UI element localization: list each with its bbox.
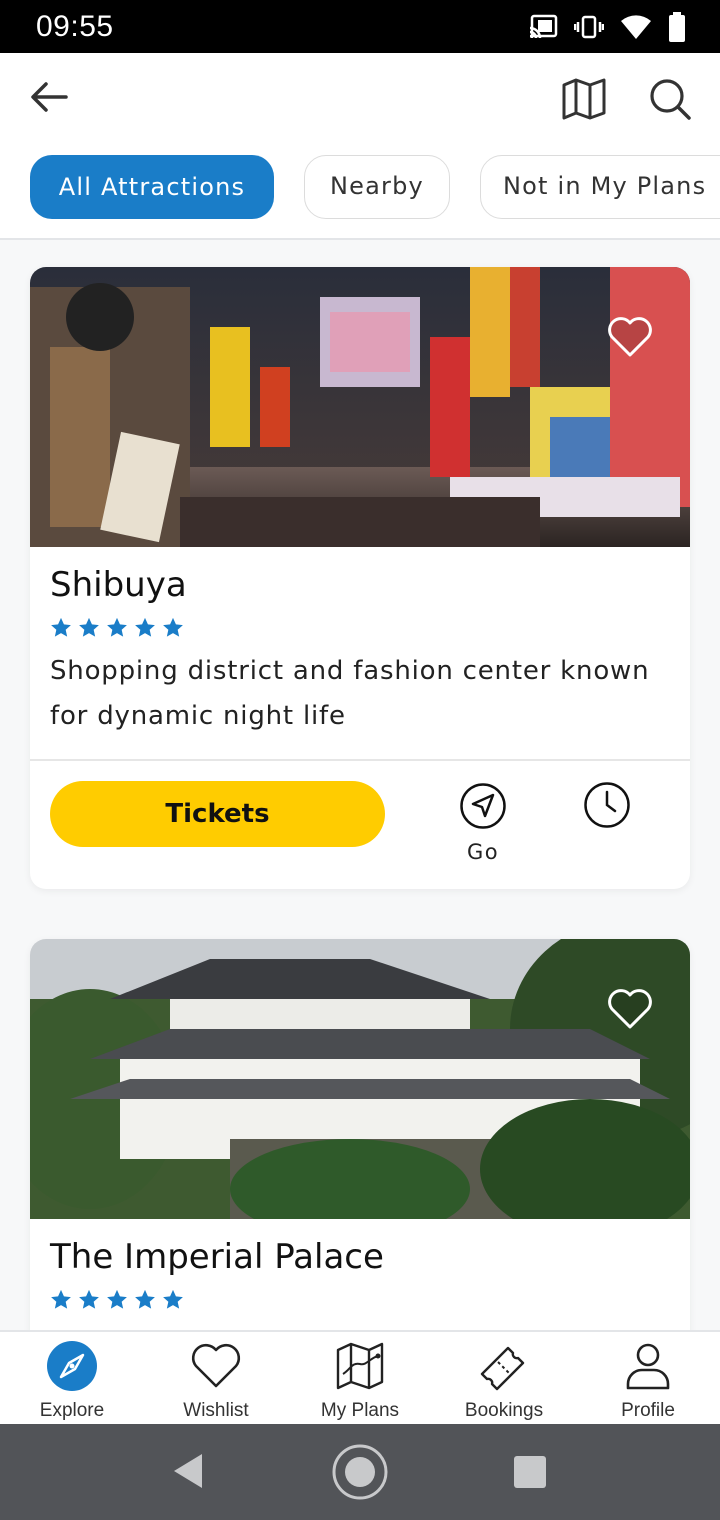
- filter-chips: All Attractions Nearby Not in My Plans: [30, 155, 720, 221]
- star-icon: [163, 1289, 183, 1309]
- star-icon: [51, 617, 71, 637]
- star-icon: [79, 1289, 99, 1309]
- search-icon[interactable]: [646, 75, 694, 123]
- status-icons: [528, 12, 686, 42]
- back-arrow-icon[interactable]: [26, 77, 74, 117]
- bottom-nav: Explore Wishlist My Plans Bookings Profi…: [0, 1330, 720, 1426]
- heart-icon: [191, 1343, 241, 1388]
- nav-bookings[interactable]: Bookings: [432, 1332, 576, 1426]
- vibrate-icon: [574, 15, 604, 39]
- system-recents-icon[interactable]: [514, 1456, 546, 1488]
- chip-nearby[interactable]: Nearby: [304, 155, 450, 219]
- nav-explore[interactable]: Explore: [0, 1332, 144, 1426]
- ticket-icon: [480, 1346, 525, 1391]
- system-home-icon[interactable]: [330, 1442, 390, 1502]
- map-icon[interactable]: [558, 75, 610, 123]
- nav-label: Profile: [621, 1400, 675, 1421]
- heart-outline-icon[interactable]: [606, 313, 654, 359]
- attraction-card[interactable]: The Imperial Palace: [30, 939, 690, 1359]
- nav-profile[interactable]: Profile: [576, 1332, 720, 1426]
- nav-label: Bookings: [464, 1400, 544, 1421]
- navigation-arrow-icon: [460, 783, 506, 829]
- heart-outline-icon[interactable]: [606, 985, 654, 1031]
- status-time: 09:55: [36, 10, 114, 43]
- chip-not-in-my-plans[interactable]: Not in My Plans: [480, 155, 720, 219]
- status-bar: 09:55: [0, 0, 720, 53]
- attraction-card[interactable]: Shibuya Shopping district and fashion ce…: [30, 267, 690, 889]
- compass-icon: [47, 1341, 97, 1391]
- nav-label: Explore: [39, 1400, 105, 1421]
- cast-icon: [529, 14, 558, 39]
- go-label: Go: [466, 840, 500, 864]
- battery-icon: [669, 12, 685, 42]
- star-icon: [107, 617, 127, 637]
- chip-all-attractions[interactable]: All Attractions: [30, 155, 274, 219]
- card-divider: [30, 759, 690, 761]
- star-icon: [51, 1289, 71, 1309]
- nav-my-plans[interactable]: My Plans: [288, 1332, 432, 1426]
- star-icon: [79, 617, 99, 637]
- nav-label: My Plans: [320, 1400, 400, 1421]
- user-icon: [626, 1343, 670, 1390]
- system-back-icon[interactable]: [170, 1452, 204, 1490]
- nav-wishlist[interactable]: Wishlist: [144, 1332, 288, 1426]
- rating-stars: [50, 617, 184, 639]
- attraction-name: The Imperial Palace: [50, 1237, 384, 1277]
- star-icon: [135, 1289, 155, 1309]
- rating-stars: [50, 1289, 184, 1311]
- wifi-icon: [621, 15, 651, 39]
- go-button[interactable]: Go: [452, 780, 514, 870]
- top-bar: All Attractions Nearby Not in My Plans: [0, 53, 720, 240]
- clock-icon[interactable]: [583, 781, 631, 829]
- attraction-name: Shibuya: [50, 565, 187, 605]
- attraction-description: Shopping district and fashion center kno…: [50, 656, 650, 731]
- attraction-photo-imperial-palace: [30, 939, 690, 1219]
- star-icon: [135, 617, 155, 637]
- map-route-icon: [336, 1342, 384, 1390]
- tickets-button[interactable]: Tickets: [50, 781, 385, 847]
- attraction-photo-shibuya: [30, 267, 690, 547]
- star-icon: [163, 617, 183, 637]
- system-nav-bar: [0, 1424, 720, 1520]
- nav-label: Wishlist: [183, 1400, 249, 1421]
- star-icon: [107, 1289, 127, 1309]
